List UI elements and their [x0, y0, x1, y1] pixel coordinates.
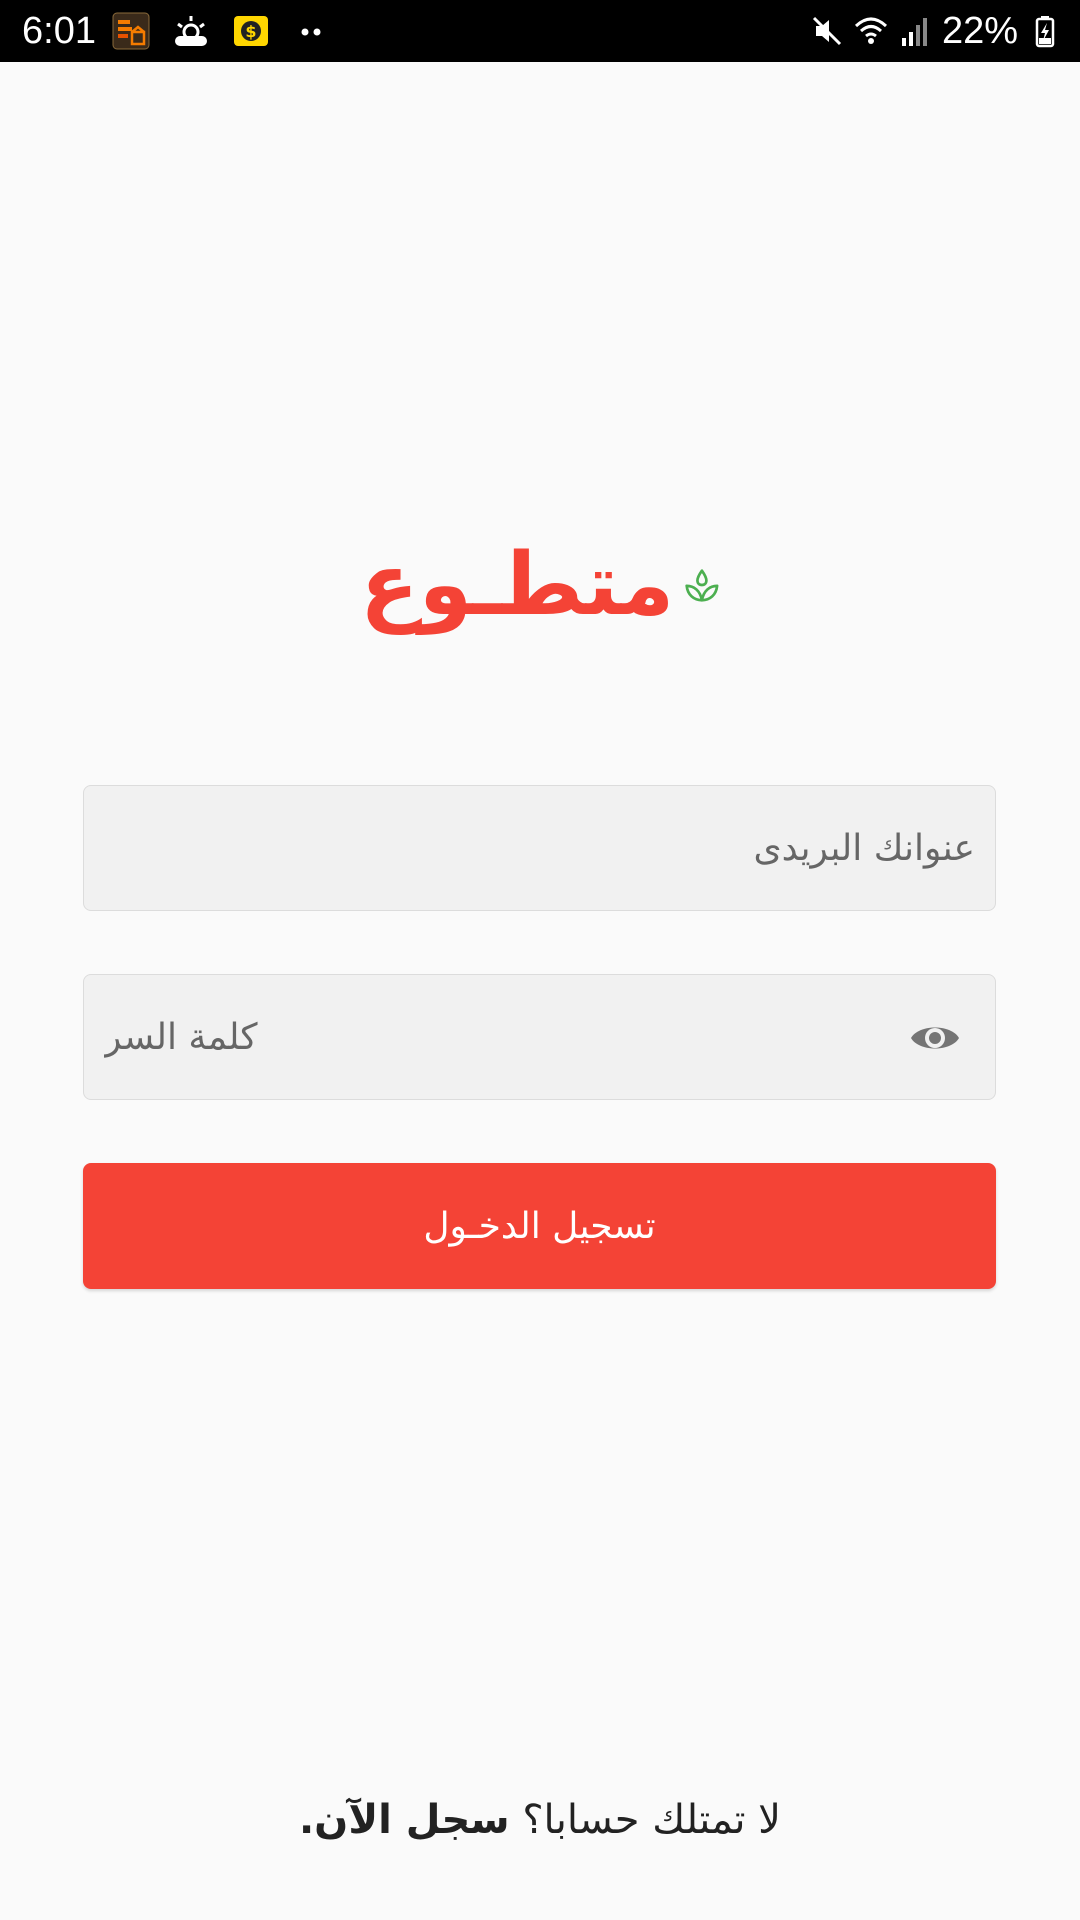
app-logo: متطـوع	[360, 530, 720, 640]
weather-icon	[175, 16, 207, 46]
svg-text:$: $	[245, 22, 256, 41]
email-field-container	[83, 785, 996, 911]
eye-icon	[911, 1027, 959, 1049]
login-button[interactable]: تسجيل الدخـول	[83, 1163, 996, 1289]
leaf-drop-icon	[685, 569, 719, 602]
signup-prompt-text: لا تمتلك حسابا؟	[509, 1797, 781, 1843]
system-status-icons: 22%	[810, 8, 1062, 54]
email-field[interactable]	[104, 786, 975, 910]
signup-prompt: لا تمتلك حسابا؟ سجل الآن.	[0, 1790, 1080, 1850]
show-password-button[interactable]	[909, 1012, 961, 1064]
password-field-container	[83, 974, 996, 1100]
signal-icon	[901, 18, 927, 46]
status-time: 6:01	[22, 10, 96, 52]
notification-icons: $	[112, 12, 330, 50]
mute-icon	[812, 16, 841, 46]
password-field[interactable]	[104, 975, 864, 1099]
battery-percent: 22%	[941, 10, 1018, 52]
money-app-icon: $	[234, 16, 268, 46]
wifi-icon	[854, 17, 887, 44]
signup-link[interactable]: سجل الآن.	[299, 1797, 510, 1843]
logo-text: متطـوع	[360, 535, 675, 635]
more-notifications-icon	[301, 28, 321, 36]
battery-charging-icon	[1035, 16, 1055, 48]
status-bar: 6:01 $ 22%	[0, 0, 1080, 62]
app-notification-icon	[112, 12, 150, 50]
